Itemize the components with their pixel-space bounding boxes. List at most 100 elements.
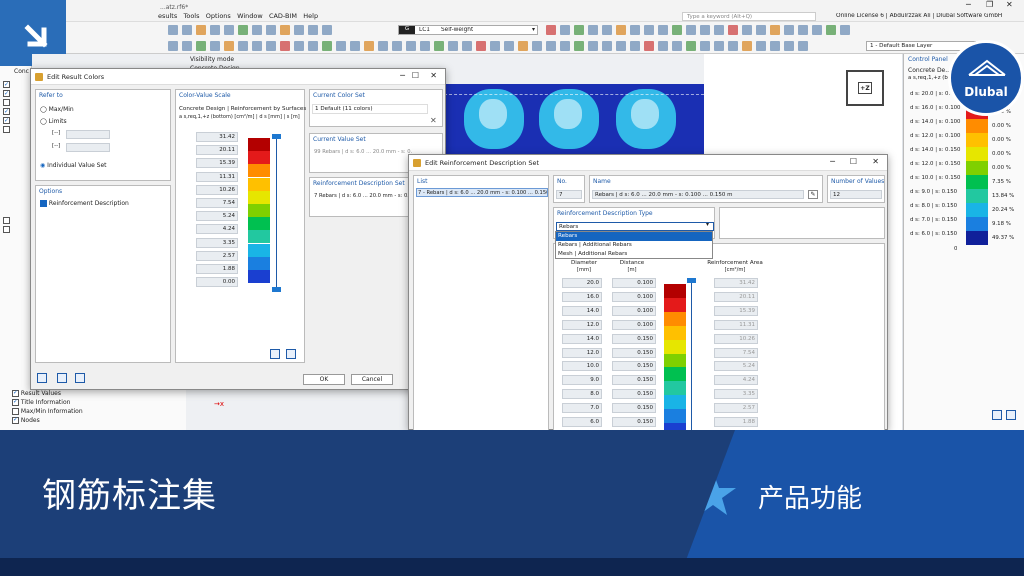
tool-icon[interactable] [252, 25, 262, 35]
close-icon[interactable]: ✕ [1006, 0, 1013, 9]
diameter-field[interactable]: 14.0 [562, 305, 602, 316]
tool-icon[interactable] [210, 25, 220, 35]
diameter-field[interactable]: 9.0 [562, 375, 602, 386]
tool-icon[interactable] [742, 25, 752, 35]
tool-icon[interactable] [294, 41, 304, 51]
distance-field[interactable]: 0.150 [612, 417, 656, 427]
tool-icon[interactable] [700, 41, 710, 51]
scale-color-swatch[interactable] [248, 190, 270, 204]
limit-min-input[interactable] [66, 130, 110, 139]
checkbox[interactable] [3, 98, 10, 106]
radio-max-min[interactable]: ◯ Max/Min [40, 106, 74, 113]
diameter-field[interactable]: 8.0 [562, 389, 602, 400]
diameter-field[interactable]: 6.0 [562, 417, 602, 427]
ok-button[interactable]: OK [303, 374, 345, 385]
tool-icon[interactable] [182, 25, 192, 35]
tool-icon[interactable] [630, 41, 640, 51]
tool-icon[interactable] [336, 41, 346, 51]
distance-field[interactable]: 0.150 [612, 375, 656, 386]
diameter-field[interactable]: 12.0 [562, 347, 602, 358]
tool-icon[interactable] [266, 25, 276, 35]
tool-icon[interactable] [560, 41, 570, 51]
tool-icon[interactable] [756, 41, 766, 51]
minimize-icon[interactable]: ─ [966, 0, 971, 9]
close-icon[interactable]: ✕ [430, 71, 437, 80]
search-input[interactable]: Type a keyword (Alt+Q) [682, 12, 816, 21]
diameter-field[interactable]: 10.0 [562, 361, 602, 372]
cancel-button[interactable]: Cancel [351, 374, 393, 385]
tool-icon[interactable] [658, 25, 668, 35]
menu-results[interactable]: esults [158, 12, 177, 20]
tool-icon[interactable] [672, 25, 682, 35]
scale-value-field[interactable]: 10.26 [196, 184, 238, 195]
restore-icon[interactable]: ❐ [986, 0, 993, 9]
scale-color-swatch[interactable] [248, 151, 270, 165]
tool-icon[interactable] [728, 25, 738, 35]
delete-icon[interactable]: ✕ [430, 116, 437, 125]
tool-icon[interactable] [210, 41, 220, 51]
diameter-field[interactable]: 20.0 [562, 278, 602, 288]
menu-help[interactable]: Help [303, 12, 318, 20]
table-color-swatch[interactable] [664, 409, 686, 424]
tool-icon[interactable] [658, 41, 668, 51]
scale-value-field[interactable]: 0.00 [196, 277, 238, 288]
tool-icon[interactable] [182, 41, 192, 51]
distance-field[interactable]: 0.150 [612, 403, 656, 414]
tool-icon[interactable] [756, 25, 766, 35]
scale-slider-top-handle[interactable] [272, 134, 281, 139]
tool-icon[interactable] [826, 25, 836, 35]
type-option-mesh-additional[interactable]: Mesh | Additional Rebars [556, 250, 712, 259]
table-color-swatch[interactable] [664, 395, 686, 410]
diameter-field[interactable]: 14.0 [562, 333, 602, 344]
tree-item-maxmin-info[interactable]: Max/Min Information [12, 408, 83, 415]
minimize-icon[interactable]: ─ [830, 157, 835, 166]
scale-color-swatch[interactable] [248, 164, 270, 178]
tool-icon[interactable] [168, 41, 178, 51]
tool-icon[interactable] [770, 25, 780, 35]
distance-field[interactable]: 0.150 [612, 361, 656, 372]
distance-field[interactable]: 0.150 [612, 333, 656, 344]
tool-icon[interactable] [616, 41, 626, 51]
tool-icon[interactable] [462, 41, 472, 51]
edit-name-icon[interactable]: ✎ [808, 190, 818, 199]
tool-icon[interactable] [420, 41, 430, 51]
scale-value-field[interactable]: 1.88 [196, 264, 238, 274]
tool-icon[interactable] [238, 41, 248, 51]
distance-field[interactable]: 0.100 [612, 291, 656, 302]
scale-color-swatch[interactable] [248, 204, 270, 217]
tool-icon[interactable] [448, 41, 458, 51]
tool-icon[interactable] [378, 41, 388, 51]
tool-icon[interactable] [742, 41, 752, 51]
scale-slider-track[interactable] [276, 136, 277, 290]
maximize-icon[interactable]: ☐ [412, 71, 419, 80]
tool-icon[interactable] [728, 41, 738, 51]
tool-icon[interactable] [714, 25, 724, 35]
tool-icon[interactable] [308, 41, 318, 51]
scale-value-field[interactable]: 7.54 [196, 198, 238, 208]
tool-icon[interactable] [476, 41, 486, 51]
tool-icon[interactable] [588, 25, 598, 35]
distance-field[interactable]: 0.100 [612, 319, 656, 330]
tool-icon[interactable] [616, 25, 626, 35]
tool-icon[interactable] [196, 25, 206, 35]
menu-window[interactable]: Window [237, 12, 263, 20]
tool-icon[interactable] [686, 25, 696, 35]
checkbox[interactable] [12, 417, 19, 424]
units-icon[interactable] [57, 373, 67, 383]
scale-value-field[interactable]: 20.11 [196, 145, 238, 156]
scale-value-field[interactable]: 2.57 [196, 250, 238, 261]
table-color-swatch[interactable] [664, 381, 686, 396]
tool-icon[interactable] [350, 41, 360, 51]
distance-field[interactable]: 0.100 [612, 278, 656, 288]
scale-value-field[interactable]: 5.24 [196, 211, 238, 222]
tool-icon[interactable] [574, 41, 584, 51]
tool-icon[interactable] [784, 25, 794, 35]
no-field[interactable]: 7 [556, 190, 582, 199]
scale-tool-icon[interactable] [286, 349, 296, 359]
menu-tools[interactable]: Tools [183, 12, 199, 20]
scale-color-swatch[interactable] [248, 256, 270, 270]
tool-icon[interactable] [546, 41, 556, 51]
table-color-swatch[interactable] [664, 339, 686, 354]
diameter-field[interactable]: 7.0 [562, 403, 602, 414]
scale-color-swatch[interactable] [248, 177, 270, 191]
